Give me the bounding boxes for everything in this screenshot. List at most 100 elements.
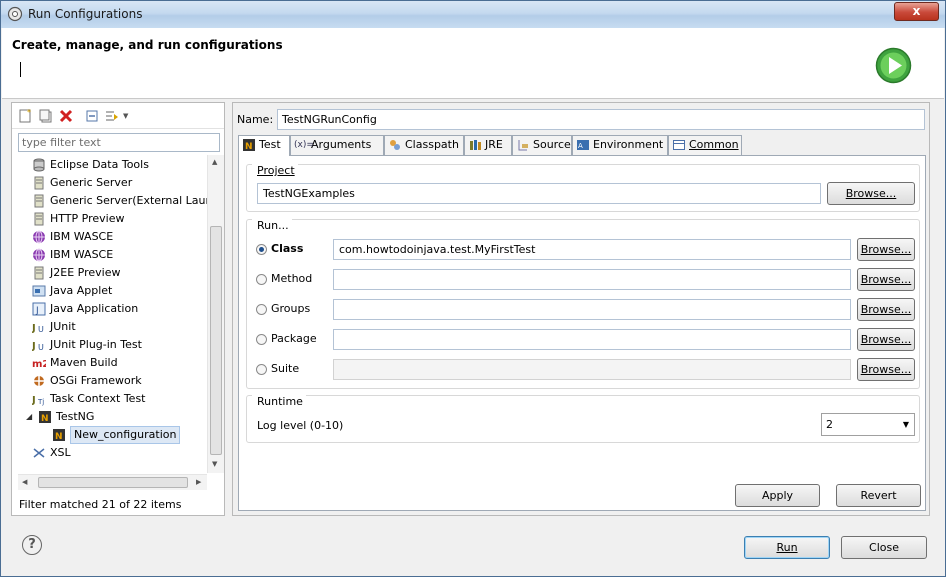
tree-item-label: J2EE Preview xyxy=(50,266,121,279)
close-label: Close xyxy=(869,541,899,554)
scroll-left-icon[interactable]: ◀ xyxy=(22,478,27,486)
globe-icon xyxy=(33,248,45,262)
run-option-radio[interactable] xyxy=(256,334,267,345)
run-option-label[interactable]: Package xyxy=(271,332,317,345)
horizontal-scroll-thumb[interactable] xyxy=(38,477,188,488)
svg-text:N: N xyxy=(55,432,63,442)
osgi-icon xyxy=(34,376,44,386)
window-title: Run Configurations xyxy=(28,7,143,21)
eclipse-gear-icon xyxy=(7,6,23,22)
run-option-label[interactable]: Method xyxy=(271,272,312,285)
project-browse-button[interactable]: Browse... xyxy=(827,182,915,205)
tab-jre[interactable]: JRE xyxy=(464,135,512,155)
svg-text:A: A xyxy=(578,142,583,150)
run-option-browse-button[interactable]: Browse... xyxy=(857,358,915,381)
runtime-group-title: Runtime xyxy=(252,395,306,408)
svg-text:Tj: Tj xyxy=(37,398,44,406)
svg-text:J: J xyxy=(35,306,39,316)
source-icon xyxy=(518,140,528,151)
new-configuration-icon[interactable]: * xyxy=(18,108,34,124)
delete-icon[interactable] xyxy=(58,108,74,124)
log-level-label: Log level (0-10) xyxy=(257,419,344,432)
run-option-browse-label: Browse... xyxy=(860,363,912,376)
run-option-field[interactable] xyxy=(333,299,851,320)
tree-item-label: New_configuration xyxy=(70,426,181,444)
svg-text:J: J xyxy=(32,323,36,334)
tab-test[interactable]: N Test xyxy=(238,135,290,156)
filter-input[interactable]: type filter text xyxy=(18,133,220,152)
run-option-field[interactable] xyxy=(333,269,851,290)
svg-text:U: U xyxy=(38,343,44,352)
testng-icon: N xyxy=(39,411,51,424)
tab-source[interactable]: Source xyxy=(512,135,572,155)
environment-icon: A xyxy=(577,140,589,150)
svg-text:U: U xyxy=(38,325,44,334)
project-field[interactable]: TestNGExamples xyxy=(257,183,821,204)
tree-toolbar: * ▼ xyxy=(12,103,224,129)
server-icon xyxy=(34,212,44,226)
svg-text:N: N xyxy=(41,414,49,424)
run-option-field[interactable] xyxy=(333,359,851,380)
log-level-select[interactable]: 2 ▼ xyxy=(821,413,915,436)
configuration-tree-pane: * ▼ type filter text Eclipse Data Tools G… xyxy=(11,102,225,516)
filter-icon[interactable] xyxy=(104,108,120,124)
tree-item-label: Java Application xyxy=(50,302,139,315)
tab-arguments-label: Arguments xyxy=(311,138,372,151)
filter-status: Filter matched 21 of 22 items xyxy=(19,498,182,511)
run-label: Run xyxy=(776,541,798,554)
tab-common[interactable]: Common xyxy=(668,135,742,155)
run-option-label[interactable]: Groups xyxy=(271,302,310,315)
tree-item-label: Java Applet xyxy=(50,284,113,297)
run-option-browse-button[interactable]: Browse... xyxy=(857,238,915,261)
tree-horizontal-scrollbar[interactable]: ◀ ▶ xyxy=(18,474,207,490)
window-close-button[interactable]: x xyxy=(894,2,939,21)
run-option-radio[interactable] xyxy=(256,304,267,315)
task-context-icon: J Tj xyxy=(32,395,44,406)
close-button[interactable]: Close xyxy=(841,536,927,559)
run-option-browse-button[interactable]: Browse... xyxy=(857,268,915,291)
tab-classpath-label: Classpath xyxy=(405,138,459,151)
tree-item-label: JUnit Plug-in Test xyxy=(50,338,142,351)
scroll-down-icon[interactable]: ▼ xyxy=(212,460,217,468)
run-option-browse-button[interactable]: Browse... xyxy=(857,328,915,351)
tab-classpath[interactable]: Classpath xyxy=(384,135,464,155)
run-option-label[interactable]: Suite xyxy=(271,362,299,375)
tab-environment[interactable]: A Environment xyxy=(572,135,668,155)
run-option-field[interactable]: com.howtodoinjava.test.MyFirstTest xyxy=(333,239,851,260)
help-icon[interactable]: ? xyxy=(22,535,42,555)
duplicate-icon[interactable] xyxy=(38,108,54,124)
dialog-header: Create, manage, and run configurations xyxy=(2,28,944,99)
server-icon xyxy=(34,176,44,190)
run-option-radio[interactable] xyxy=(256,364,267,375)
run-option-browse-button[interactable]: Browse... xyxy=(857,298,915,321)
run-option-browse-label: Browse... xyxy=(860,273,912,286)
name-field[interactable]: TestNGRunConfig xyxy=(277,109,925,130)
apply-label: Apply xyxy=(761,489,794,502)
tree-item-label: Generic Server(External Laun xyxy=(50,194,208,207)
apply-button[interactable]: Apply xyxy=(735,484,820,507)
tree-item-label: Eclipse Data Tools xyxy=(50,158,149,171)
tab-jre-label: JRE xyxy=(485,138,503,151)
run-option-label[interactable]: Class xyxy=(271,242,303,255)
tree-item-label: Generic Server xyxy=(50,176,133,189)
collapse-all-icon[interactable] xyxy=(84,108,100,124)
run-option-field[interactable] xyxy=(333,329,851,350)
svg-text:J: J xyxy=(32,395,36,406)
scroll-right-icon[interactable]: ▶ xyxy=(196,478,201,486)
header-message-caret xyxy=(20,62,21,77)
scroll-up-icon[interactable]: ▲ xyxy=(212,158,217,166)
svg-text:N: N xyxy=(245,142,253,152)
tree-vertical-scrollbar[interactable]: ▲ ▼ xyxy=(207,155,224,473)
vertical-scroll-thumb[interactable] xyxy=(210,226,222,455)
junit-icon: JU xyxy=(32,323,44,334)
run-configurations-dialog: Run Configurations x Create, manage, and… xyxy=(0,0,946,577)
run-option-radio[interactable] xyxy=(256,274,267,285)
tab-arguments[interactable]: (x)= Arguments xyxy=(290,135,384,155)
server-icon xyxy=(34,194,44,208)
run-option-radio[interactable] xyxy=(256,244,267,255)
run-button[interactable]: Run xyxy=(744,536,830,559)
expanded-triangle-icon[interactable]: ◢ xyxy=(26,408,32,426)
configuration-editor-pane: Name: TestNGRunConfig N Test (x)= Argume… xyxy=(232,102,930,516)
filter-menu-chevron-down-icon[interactable]: ▼ xyxy=(123,112,128,120)
revert-button[interactable]: Revert xyxy=(836,484,921,507)
